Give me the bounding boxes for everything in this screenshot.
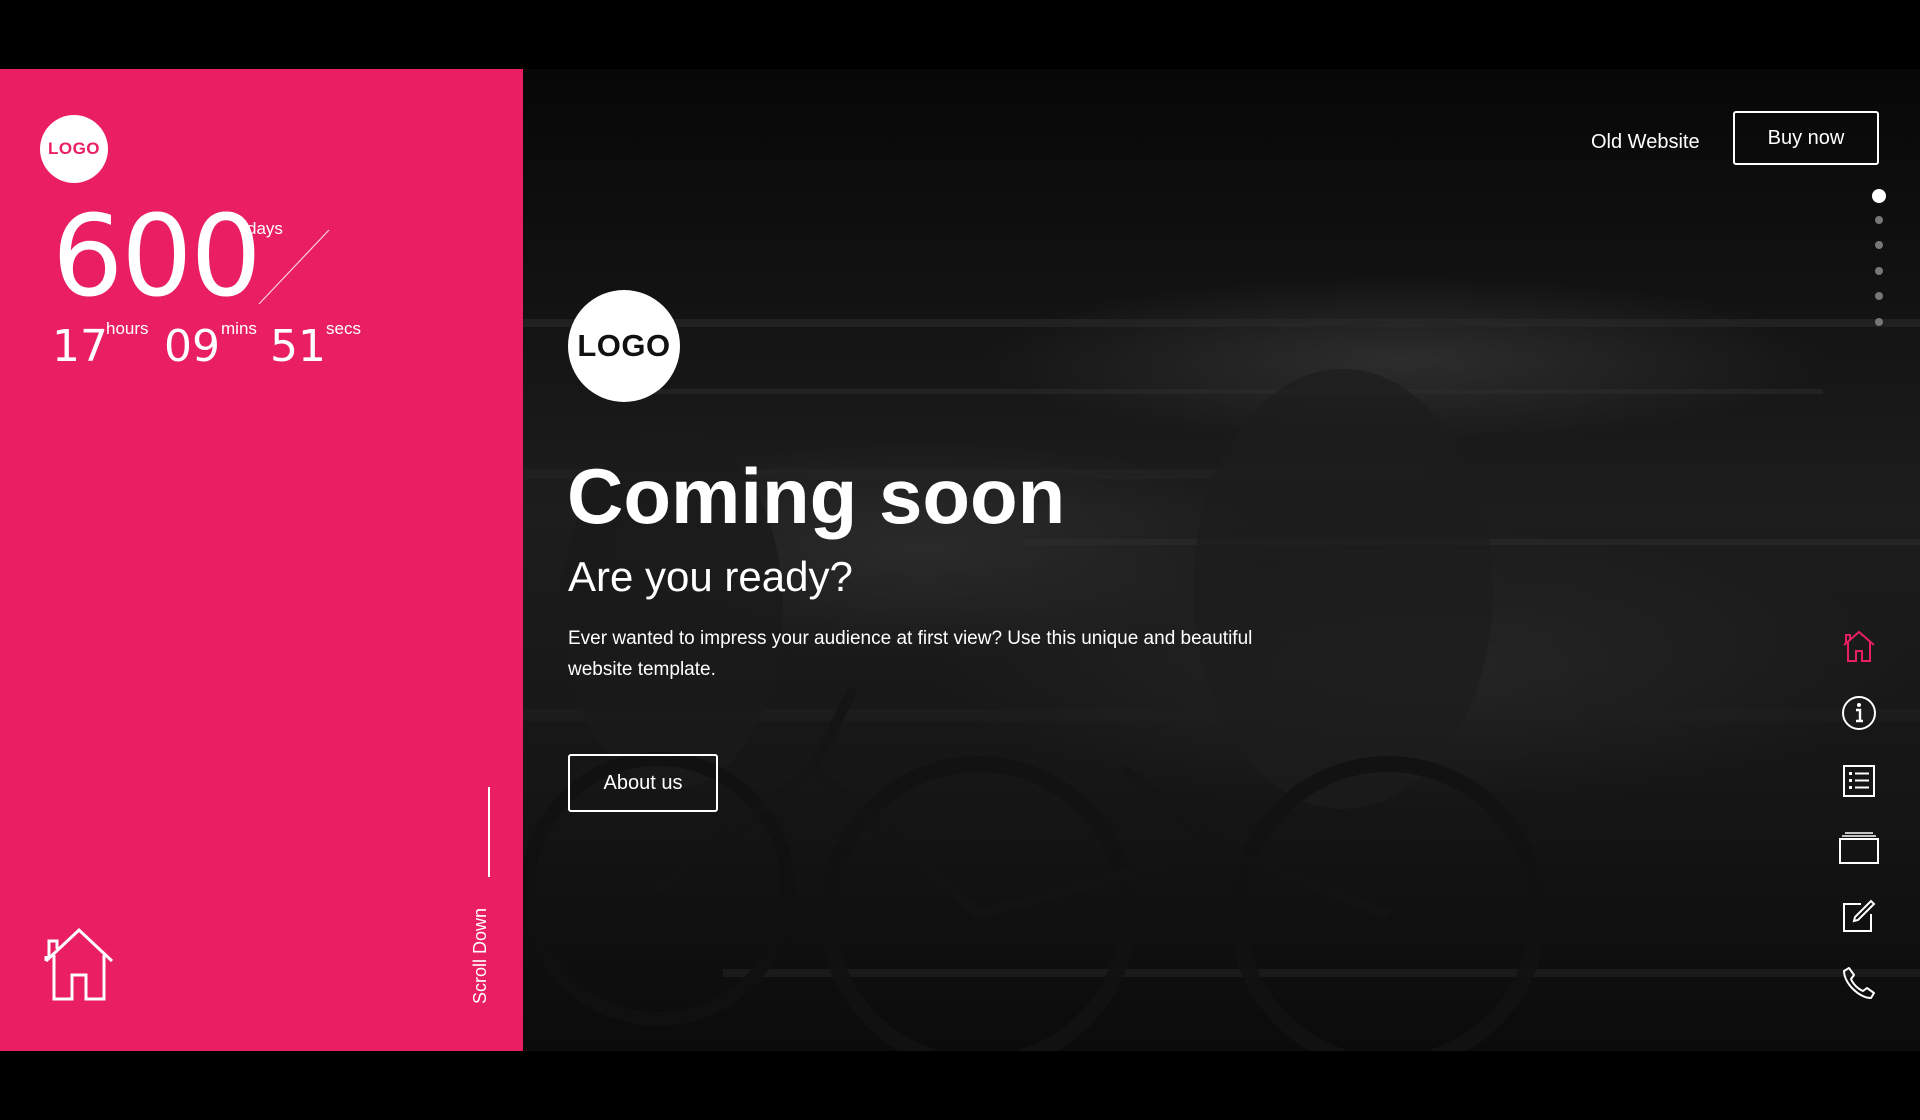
- info-icon: [1842, 696, 1876, 730]
- countdown-secs: 51: [270, 321, 326, 372]
- home-icon: [1843, 630, 1875, 662]
- page-frame: LOGO 600 days 17 hours 09 mins 51 secs S…: [0, 69, 1920, 1051]
- buy-now-button[interactable]: Buy now: [1733, 111, 1879, 165]
- nav-list[interactable]: [1839, 761, 1879, 801]
- countdown-mins: 09: [164, 321, 220, 372]
- countdown-secs-label: secs: [326, 319, 361, 338]
- panel-logo[interactable]: LOGO: [40, 115, 108, 183]
- section-dot-2[interactable]: [1875, 216, 1883, 224]
- countdown-hours: 17: [52, 321, 108, 372]
- hero-section: Old Website Buy now LOGO Coming soon Are…: [523, 69, 1920, 1051]
- nav-gallery[interactable]: [1839, 828, 1879, 868]
- countdown-hours-label: hours: [106, 319, 149, 338]
- scroll-down-link[interactable]: Scroll Down: [470, 894, 491, 1004]
- hero-title: Coming soon: [567, 452, 1066, 540]
- countdown-panel: LOGO 600 days 17 hours 09 mins 51 secs S…: [0, 69, 523, 1051]
- edit-icon: [1843, 899, 1876, 932]
- hero-description: Ever wanted to impress your audience at …: [568, 628, 1253, 680]
- home-icon[interactable]: [40, 925, 118, 1003]
- about-us-button[interactable]: About us: [568, 754, 718, 812]
- hero-logo[interactable]: LOGO: [568, 290, 680, 402]
- countdown-mins-label: mins: [221, 319, 257, 338]
- hero-subtitle: Are you ready?: [568, 553, 853, 600]
- nav-contact[interactable]: [1839, 963, 1879, 1003]
- old-website-link[interactable]: Old Website: [1591, 131, 1700, 154]
- scroll-indicator-line: [488, 787, 490, 877]
- countdown-divider: [258, 229, 330, 305]
- countdown-days: 600: [52, 192, 262, 322]
- section-dot-3[interactable]: [1875, 241, 1883, 249]
- phone-icon: [1843, 967, 1875, 999]
- gallery-icon: [1839, 832, 1879, 864]
- section-dot-4[interactable]: [1875, 267, 1883, 275]
- nav-info[interactable]: [1839, 693, 1879, 733]
- section-dot-6[interactable]: [1875, 318, 1883, 326]
- nav-edit[interactable]: [1839, 896, 1879, 936]
- section-dot-1[interactable]: [1872, 189, 1886, 203]
- section-dot-5[interactable]: [1875, 292, 1883, 300]
- list-icon: [1843, 765, 1875, 797]
- nav-home[interactable]: [1839, 626, 1879, 666]
